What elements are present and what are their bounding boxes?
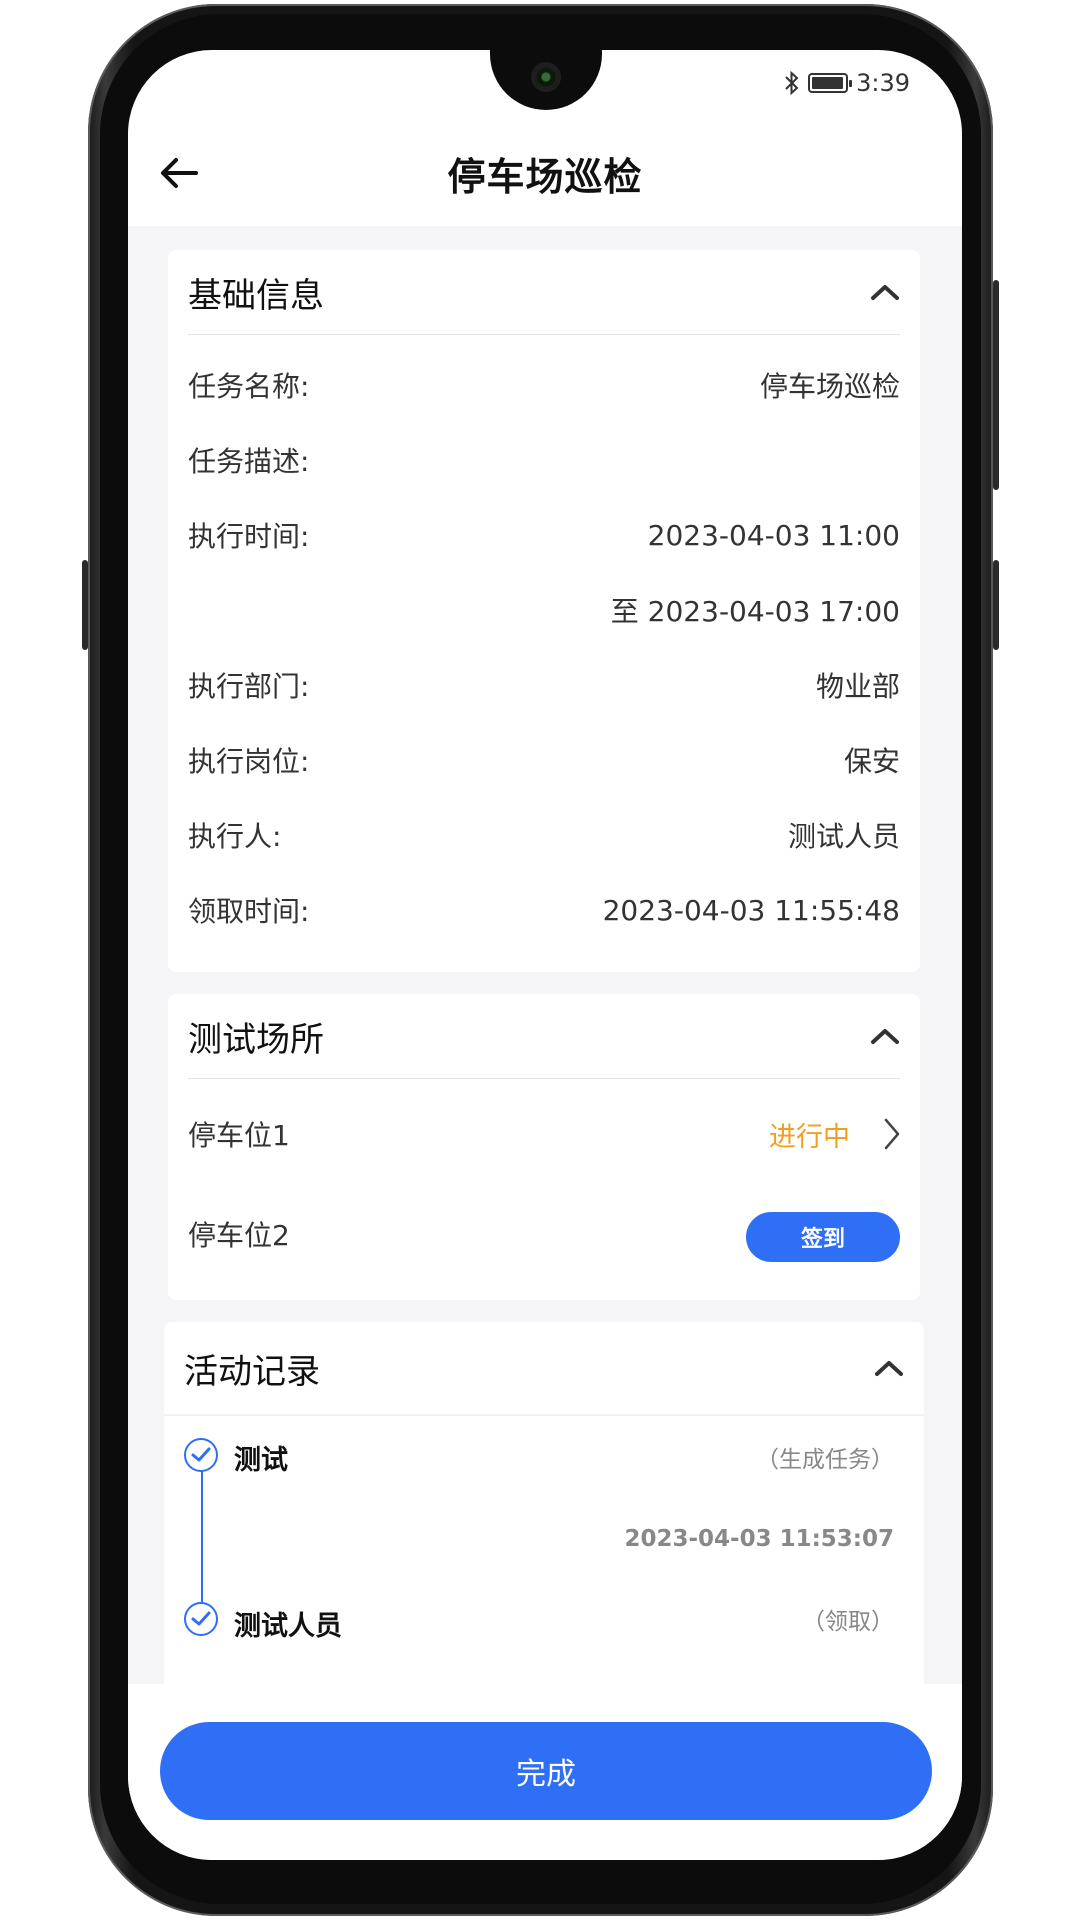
info-label: 领取时间:	[188, 895, 310, 928]
record-user: 测试人员	[234, 1611, 342, 1642]
phone-screen: 3:39 停车场巡检 基础信息 任务名称: 停车场巡检 任务描述: 执行时间: …	[128, 50, 962, 1860]
info-value: 2023-04-03 11:55:48	[602, 893, 900, 927]
info-value: 保安	[843, 745, 900, 778]
basic-info-header[interactable]: 基础信息	[188, 250, 900, 335]
info-label: 任务名称:	[188, 370, 310, 403]
check-circle-icon	[184, 1438, 218, 1472]
chevron-up-icon[interactable]	[870, 1027, 900, 1045]
info-value: 测试人员	[787, 820, 900, 853]
side-button	[993, 560, 999, 650]
record-time: 2023-04-03 11:53:07	[624, 1526, 894, 1552]
info-value: 2023-04-03 11:00	[647, 518, 900, 552]
activity-header[interactable]: 活动记录	[184, 1322, 904, 1414]
location-header[interactable]: 测试场所	[188, 994, 900, 1079]
front-camera	[531, 62, 561, 92]
page-title: 停车场巡检	[447, 154, 643, 199]
footer-bar: 完成	[128, 1684, 962, 1860]
info-label: 执行时间:	[188, 520, 310, 553]
battery-level	[812, 77, 843, 89]
bluetooth-icon	[785, 70, 799, 96]
info-label: 执行岗位:	[188, 745, 310, 778]
activity-card: 活动记录 测试 （生成任务） 2023-04-03 11:53:07 测试人员 …	[164, 1322, 924, 1684]
timeline-item: 测试 （生成任务） 2023-04-03 11:53:07	[184, 1438, 894, 1568]
status-in-progress: 进行中	[769, 1121, 850, 1153]
record-action: （生成任务）	[756, 1447, 894, 1473]
check-circle-icon	[184, 1602, 218, 1636]
location-name: 停车位1	[188, 1119, 290, 1152]
info-label: 任务描述:	[188, 445, 310, 478]
chevron-up-icon[interactable]	[874, 1359, 904, 1377]
status-bar: 3:39	[784, 66, 910, 100]
done-button[interactable]: 完成	[160, 1722, 932, 1820]
page-content[interactable]: 基础信息 任务名称: 停车场巡检 任务描述: 执行时间: 2023-04-03 …	[128, 226, 962, 1684]
info-row-exec-time: 执行时间: 2023-04-03 11:00	[188, 515, 900, 555]
check-icon	[191, 1447, 211, 1462]
location-card: 测试场所 停车位1 进行中 停车位2 签到	[168, 994, 920, 1300]
location-status-group: 进行中	[769, 1115, 900, 1154]
checkin-button[interactable]: 签到	[746, 1212, 900, 1262]
status-time: 3:39	[856, 69, 910, 97]
location-title: 测试场所	[188, 1019, 324, 1060]
volume-button	[82, 560, 88, 650]
info-row-department: 执行部门: 物业部	[188, 665, 900, 705]
info-row-position: 执行岗位: 保安	[188, 740, 900, 780]
info-label: 执行部门:	[188, 670, 310, 703]
info-row-claim-time: 领取时间: 2023-04-03 11:55:48	[188, 890, 900, 930]
info-row-task-desc: 任务描述:	[188, 440, 900, 480]
info-row-executor: 执行人: 测试人员	[188, 815, 900, 855]
location-item-1[interactable]: 停车位1 进行中	[188, 1114, 900, 1154]
chevron-right-icon[interactable]	[884, 1118, 900, 1150]
battery-icon	[808, 73, 853, 93]
basic-info-card: 基础信息 任务名称: 停车场巡检 任务描述: 执行时间: 2023-04-03 …	[168, 250, 920, 972]
info-value: 至 2023-04-03 17:00	[610, 595, 900, 628]
info-value: 物业部	[815, 670, 900, 703]
chevron-up-icon[interactable]	[870, 283, 900, 301]
info-row-task-name: 任务名称: 停车场巡检	[188, 365, 900, 405]
arrow-left-icon[interactable]	[158, 152, 200, 194]
check-icon	[191, 1611, 211, 1626]
location-name: 停车位2	[188, 1219, 290, 1252]
power-button	[993, 280, 999, 490]
activity-title: 活动记录	[184, 1351, 320, 1392]
activity-divider	[164, 1414, 924, 1416]
app-header: 停车场巡检	[128, 120, 962, 226]
info-value: 停车场巡检	[759, 370, 900, 403]
record-user: 测试	[234, 1445, 288, 1476]
timeline-item: 测试人员 （领取）	[184, 1602, 894, 1662]
info-label: 执行人:	[188, 820, 282, 853]
basic-info-title: 基础信息	[188, 275, 324, 316]
camera-notch	[490, 50, 602, 110]
record-action: （领取）	[802, 1609, 894, 1635]
info-row-exec-time-end: 至 2023-04-03 17:00	[188, 590, 900, 630]
